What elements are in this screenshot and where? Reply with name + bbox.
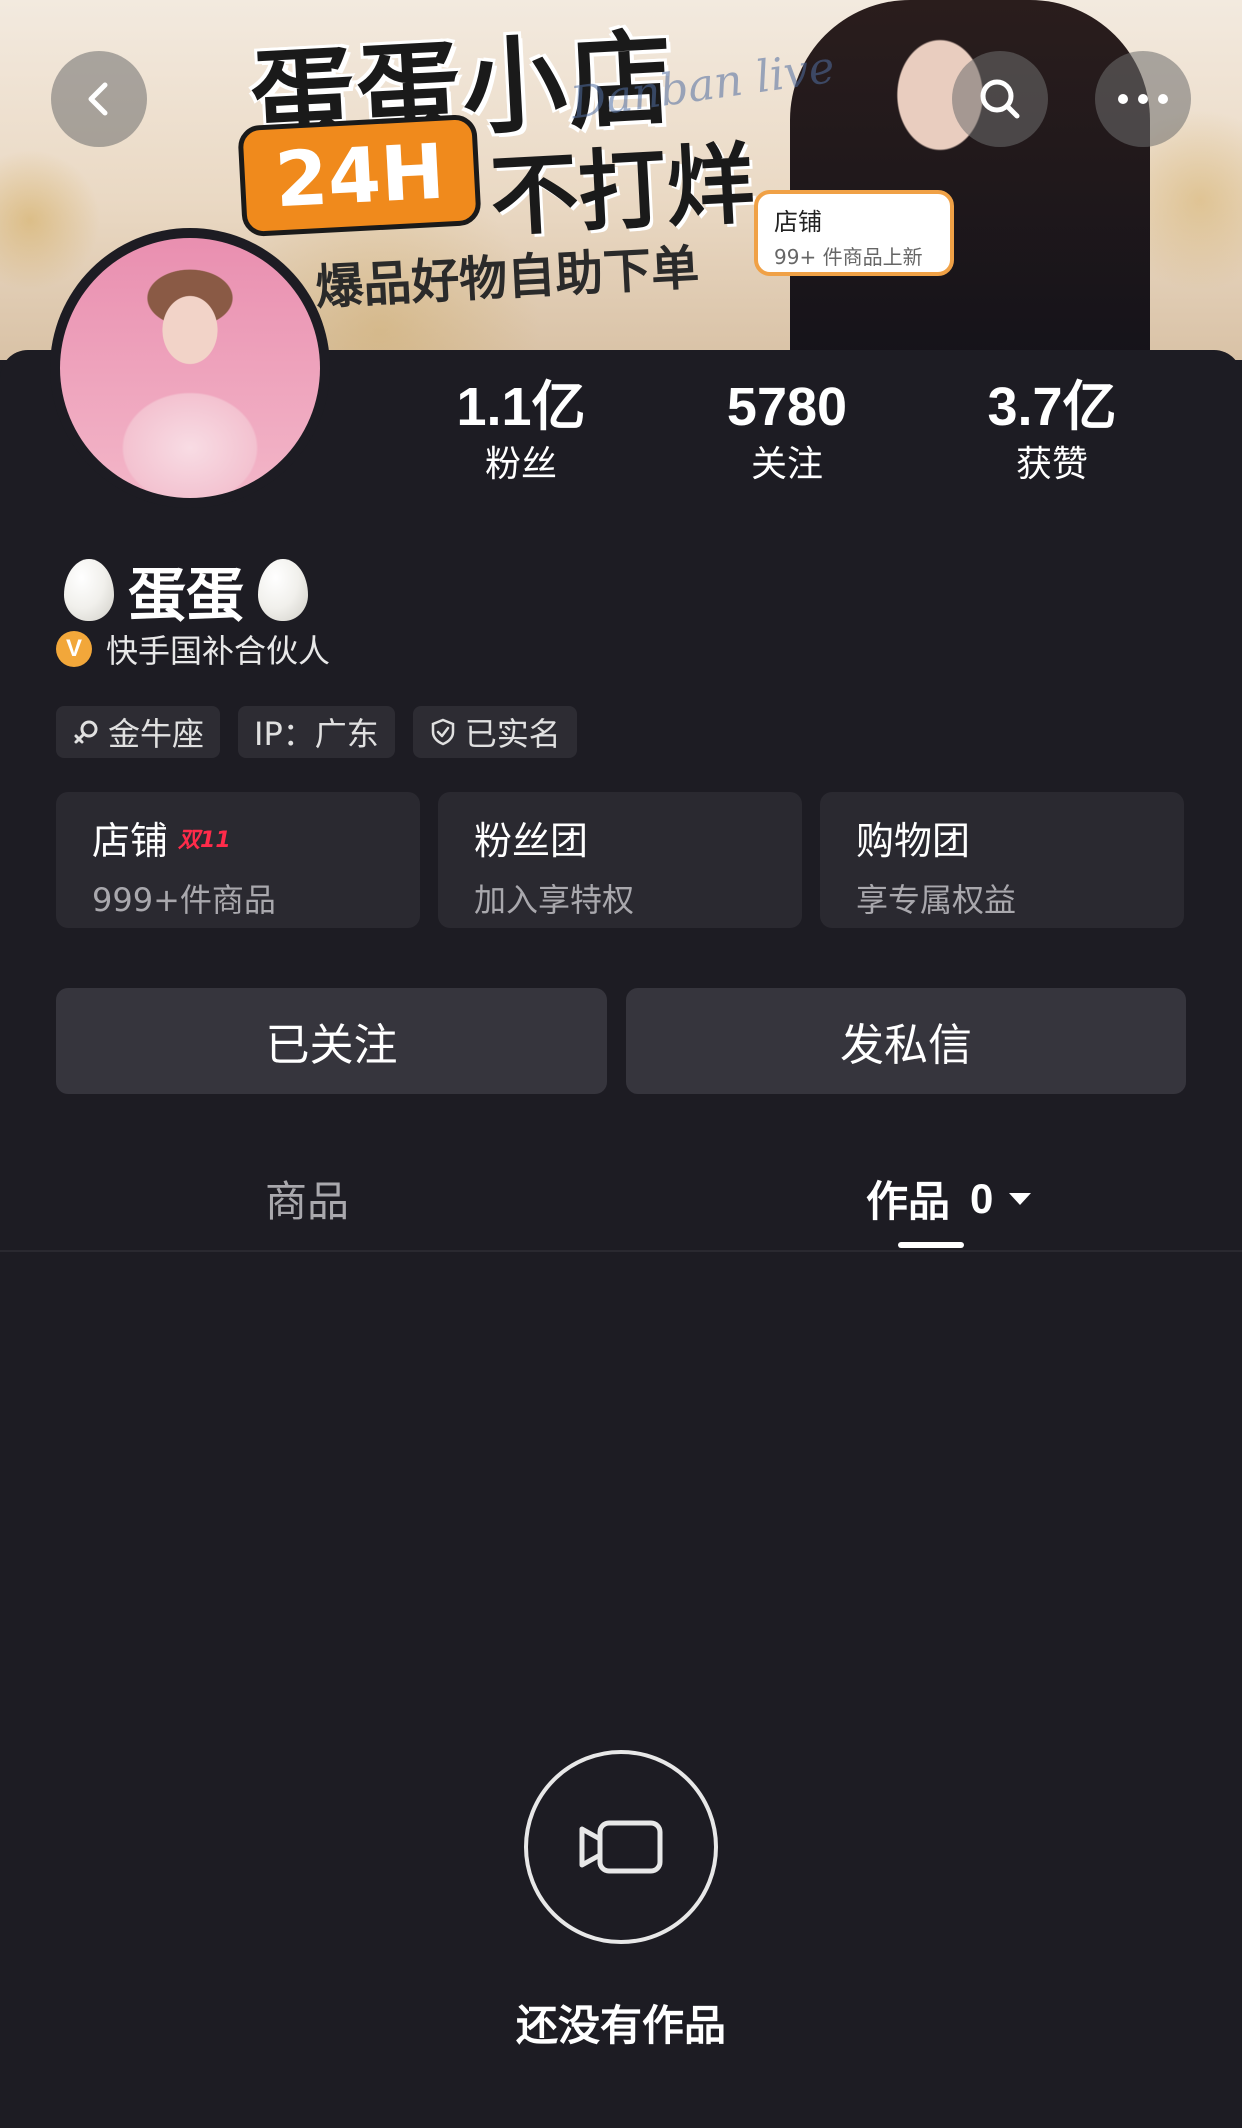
stat-fans-label: 粉丝 (484, 444, 557, 485)
card-fan-club[interactable]: 粉丝团 加入享特权 (438, 792, 802, 928)
send-message-button[interactable]: 发私信 (626, 988, 1186, 1094)
tabs-divider (0, 1250, 1242, 1252)
search-button[interactable] (952, 51, 1048, 147)
verification-row[interactable]: V 快手国补合伙人 (56, 626, 330, 672)
following-button[interactable]: 已关注 (56, 988, 607, 1094)
shield-check-icon (429, 717, 457, 747)
chevron-left-icon (88, 82, 108, 116)
egg-emoji-icon (64, 559, 114, 621)
double-11-badge: 双11 (178, 827, 231, 853)
card-shopping-group-title: 购物团 (856, 819, 971, 863)
stat-fans-value: 1.1亿 (456, 377, 586, 437)
gender-female-icon (72, 718, 100, 746)
more-button[interactable] (1095, 51, 1191, 147)
verified-label: 快手国补合伙人 (106, 632, 331, 670)
card-fan-club-subtitle: 加入享特权 (474, 881, 635, 919)
empty-state-icon-circle (524, 1750, 718, 1944)
banner-shop-card[interactable]: 店铺 99+ 件商品上新 (754, 190, 954, 276)
card-shop-title: 店铺 (92, 819, 169, 863)
tag-zodiac: 金牛座 (56, 706, 221, 758)
tab-works-count: 0 (970, 1174, 994, 1222)
egg-emoji-icon (258, 559, 309, 621)
stat-following-value: 5780 (726, 377, 848, 437)
caret-down-icon (1009, 1192, 1032, 1205)
back-button[interactable] (51, 51, 147, 147)
card-shop[interactable]: 店铺 双11 999+件商品 (56, 792, 420, 928)
feature-cards: 店铺 双11 999+件商品 粉丝团 加入享特权 购物团 享专属权益 (56, 792, 1184, 928)
tab-goods[interactable]: 商品 (265, 1168, 349, 1229)
stat-following[interactable]: 5780 关注 (687, 375, 887, 487)
verified-badge-icon: V (56, 631, 92, 667)
banner-card-subtitle: 99+ 件商品上新 (774, 245, 923, 269)
profile-tags: 金牛座 IP：广东 已实名 (56, 706, 595, 758)
avatar[interactable] (50, 228, 330, 508)
tab-works-label: 作品 (866, 1177, 951, 1226)
tag-zodiac-text: 金牛座 (108, 715, 205, 753)
content-tabs: 商品 作品 0 (0, 1150, 1242, 1250)
profile-name-row: 蛋蛋 (64, 548, 309, 632)
card-shop-subtitle: 999+件商品 (92, 881, 276, 919)
avatar-photo (60, 238, 320, 498)
card-shopping-group-subtitle: 享专属权益 (856, 881, 1017, 919)
tag-ip-text: IP：广东 (254, 715, 379, 753)
stat-following-label: 关注 (750, 444, 823, 485)
tag-ip-location: IP：广东 (238, 706, 395, 758)
stat-likes[interactable]: 3.7亿 获赞 (952, 375, 1152, 487)
stat-likes-value: 3.7亿 (987, 377, 1117, 437)
video-camera-icon (579, 1820, 663, 1874)
action-buttons: 已关注 发私信 (56, 988, 1186, 1094)
profile-name: 蛋蛋 (128, 561, 245, 629)
card-fan-club-title: 粉丝团 (474, 819, 589, 863)
banner-card-title: 店铺 (774, 208, 822, 236)
tab-works[interactable]: 作品 0 (866, 1168, 1033, 1229)
stat-fans[interactable]: 1.1亿 粉丝 (421, 375, 621, 487)
empty-state-text: 还没有作品 (515, 2001, 726, 2050)
tag-real-name-text: 已实名 (464, 715, 561, 753)
active-tab-indicator (898, 1242, 964, 1248)
search-icon (980, 79, 1020, 119)
more-dots-icon (1118, 94, 1168, 104)
banner-24h-tag: 24H (237, 113, 483, 238)
tag-real-name: 已实名 (412, 706, 577, 758)
card-shopping-group[interactable]: 购物团 享专属权益 (820, 792, 1184, 928)
banner-model-photo (790, 0, 1150, 360)
stat-likes-label: 获赞 (1015, 444, 1088, 485)
